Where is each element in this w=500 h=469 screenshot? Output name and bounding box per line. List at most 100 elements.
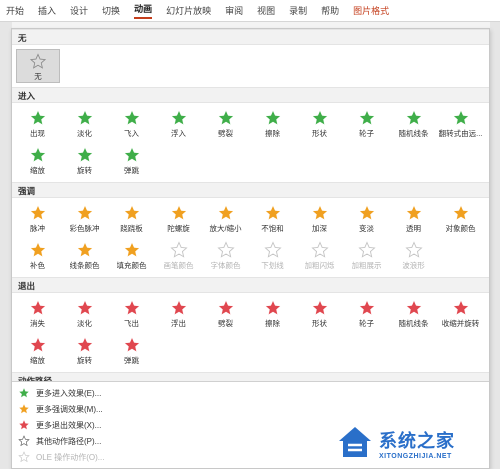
ribbon-tab-7[interactable]: 视图: [257, 4, 275, 17]
exit-effect-item[interactable]: 劈裂: [202, 296, 249, 333]
emphasis-effect-item[interactable]: 对象颜色: [437, 201, 484, 238]
ribbon-tab-3[interactable]: 切换: [102, 4, 120, 17]
entrance-effect-item[interactable]: 弹跳: [108, 143, 155, 180]
emphasis-effect-item[interactable]: 补色: [14, 238, 61, 275]
entrance-effect-item[interactable]: 飞入: [108, 106, 155, 143]
menu-item-1[interactable]: 更多强调效果(M)...: [12, 401, 489, 417]
entrance-effect-item[interactable]: 劈裂: [202, 106, 249, 143]
exit-effect-item[interactable]: 收缩并旋转: [437, 296, 484, 333]
red-star-icon: [76, 299, 94, 317]
exit-effect-item[interactable]: 随机线条: [390, 296, 437, 333]
ribbon-tab-9[interactable]: 帮助: [321, 4, 339, 17]
emphasis-effect-label: 画笔颜色: [163, 261, 194, 270]
exit-effect-item[interactable]: 弹跳: [108, 333, 155, 370]
emphasis-effect-item[interactable]: 线条颜色: [61, 238, 108, 275]
exit-effect-item[interactable]: 消失: [14, 296, 61, 333]
entrance-effect-item[interactable]: 擦除: [249, 106, 296, 143]
red-star-icon: [264, 299, 282, 317]
entrance-effect-label: 弹跳: [124, 166, 139, 175]
emphasis-effect-item[interactable]: 脉冲: [14, 201, 61, 238]
gear-icon: [18, 451, 30, 463]
emphasis-effects-grid: 脉冲 彩色脉冲 跷跷板 陀螺旋 放大/缩小 不饱和 加深 变淡 透明 对象颜色补色 线条颜色 填充颜色…: [12, 198, 489, 277]
emphasis-effect-label: 加深: [312, 224, 327, 233]
exit-effect-label: 形状: [312, 319, 327, 328]
slide-edge: [490, 22, 500, 469]
emphasis-effect-item[interactable]: 跷跷板: [108, 201, 155, 238]
entrance-effect-item[interactable]: 出现: [14, 106, 61, 143]
emphasis-effect-label: 下划线: [261, 261, 284, 270]
emphasis-effect-label: 跷跷板: [120, 224, 143, 233]
entrance-effect-item[interactable]: 旋转: [61, 143, 108, 180]
exit-effect-item[interactable]: 擦除: [249, 296, 296, 333]
exit-effect-item[interactable]: 飞出: [108, 296, 155, 333]
emphasis-effect-label: 波浪形: [402, 261, 425, 270]
red-star-icon: [18, 419, 30, 431]
emphasis-effect-label: 字体颜色: [210, 261, 241, 270]
exit-effects-grid: 消失 淡化 飞出 浮出 劈裂 擦除 形状 轮子 随机线条 收缩并旋转缩放 旋转 弹跳: [12, 293, 489, 372]
entrance-effect-item[interactable]: 轮子: [343, 106, 390, 143]
animation-gallery-scroll-area[interactable]: 无 无 进入 出现 淡化 飞入 浮入 劈裂 擦除 形状 轮子 随机线条 翻转式由远... 缩放 旋转弹…: [12, 29, 489, 381]
entrance-effects-grid: 出现 淡化 飞入 浮入 劈裂 擦除 形状 轮子 随机线条 翻转式由远... 缩放 旋转 弹跳: [12, 103, 489, 182]
ribbon-tab-0[interactable]: 开始: [6, 4, 24, 17]
ribbon-tab-8[interactable]: 录制: [289, 4, 307, 17]
exit-effect-item[interactable]: 形状: [296, 296, 343, 333]
emphasis-effect-item[interactable]: 透明: [390, 201, 437, 238]
yellow-star-icon: [264, 204, 282, 222]
emphasis-effect-item: 加粗闪烁: [296, 238, 343, 275]
emphasis-effect-item[interactable]: 填充颜色: [108, 238, 155, 275]
emphasis-effect-label: 不饱和: [261, 224, 284, 233]
green-star-icon: [76, 109, 94, 127]
entrance-effect-item[interactable]: 形状: [296, 106, 343, 143]
animation-none-option[interactable]: 无: [16, 49, 60, 83]
emphasis-effect-item: 下划线: [249, 238, 296, 275]
red-star-icon: [170, 299, 188, 317]
exit-effect-item[interactable]: 旋转: [61, 333, 108, 370]
ribbon-tab-6[interactable]: 审阅: [225, 4, 243, 17]
entrance-effect-item[interactable]: 缩放: [14, 143, 61, 180]
entrance-effect-label: 淡化: [77, 129, 92, 138]
green-star-icon: [123, 146, 141, 164]
emphasis-effect-item[interactable]: 加深: [296, 201, 343, 238]
yellow-star-icon: [123, 204, 141, 222]
ribbon-tab-10[interactable]: 图片格式: [353, 4, 389, 17]
ribbon-tab-1[interactable]: 插入: [38, 4, 56, 17]
emphasis-effect-item[interactable]: 放大/缩小: [202, 201, 249, 238]
exit-effect-item[interactable]: 轮子: [343, 296, 390, 333]
emphasis-effect-item[interactable]: 变淡: [343, 201, 390, 238]
exit-effect-item[interactable]: 缩放: [14, 333, 61, 370]
exit-effect-item[interactable]: 浮出: [155, 296, 202, 333]
menu-item-label: 更多强调效果(M)...: [36, 404, 103, 414]
exit-effect-label: 浮出: [171, 319, 186, 328]
emphasis-effect-label: 彩色脉冲: [69, 224, 100, 233]
entrance-effect-label: 缩放: [30, 166, 45, 175]
yellow-star-icon: [217, 241, 235, 259]
section-header-entrance: 进入: [12, 87, 489, 103]
menu-item-label: 更多退出效果(X)...: [36, 420, 102, 430]
house-logo-icon: [339, 427, 371, 457]
emphasis-effect-item[interactable]: 不饱和: [249, 201, 296, 238]
ribbon-tab-5[interactable]: 幻灯片放映: [166, 4, 211, 17]
animation-gallery-dropdown: 无 无 进入 出现 淡化 飞入 浮入 劈裂 擦除 形状 轮子 随机线条 翻转式由远... 缩放 旋转弹…: [11, 28, 490, 469]
entrance-effect-item[interactable]: 浮入: [155, 106, 202, 143]
ribbon-tab-4[interactable]: 动画: [134, 2, 153, 19]
emphasis-effect-item[interactable]: 彩色脉冲: [61, 201, 108, 238]
red-star-icon: [358, 299, 376, 317]
entrance-effect-label: 随机线条: [398, 129, 429, 138]
exit-effect-label: 轮子: [359, 319, 374, 328]
emphasis-effect-item[interactable]: 陀螺旋: [155, 201, 202, 238]
yellow-star-icon: [170, 204, 188, 222]
emphasis-effect-label: 加粗展示: [351, 261, 382, 270]
emphasis-effect-label: 放大/缩小: [209, 224, 242, 233]
exit-effect-item[interactable]: 淡化: [61, 296, 108, 333]
entrance-effect-item[interactable]: 淡化: [61, 106, 108, 143]
entrance-effect-item[interactable]: 随机线条: [390, 106, 437, 143]
menu-item-0[interactable]: 更多进入效果(E)...: [12, 385, 489, 401]
exit-effect-label: 缩放: [30, 356, 45, 365]
yellow-star-icon: [405, 241, 423, 259]
entrance-effect-item[interactable]: 翻转式由远...: [437, 106, 484, 143]
entrance-effect-label: 出现: [30, 129, 45, 138]
yellow-star-icon: [358, 241, 376, 259]
emphasis-effect-item: 字体颜色: [202, 238, 249, 275]
ribbon-tab-2[interactable]: 设计: [70, 4, 88, 17]
exit-effect-label: 随机线条: [398, 319, 429, 328]
